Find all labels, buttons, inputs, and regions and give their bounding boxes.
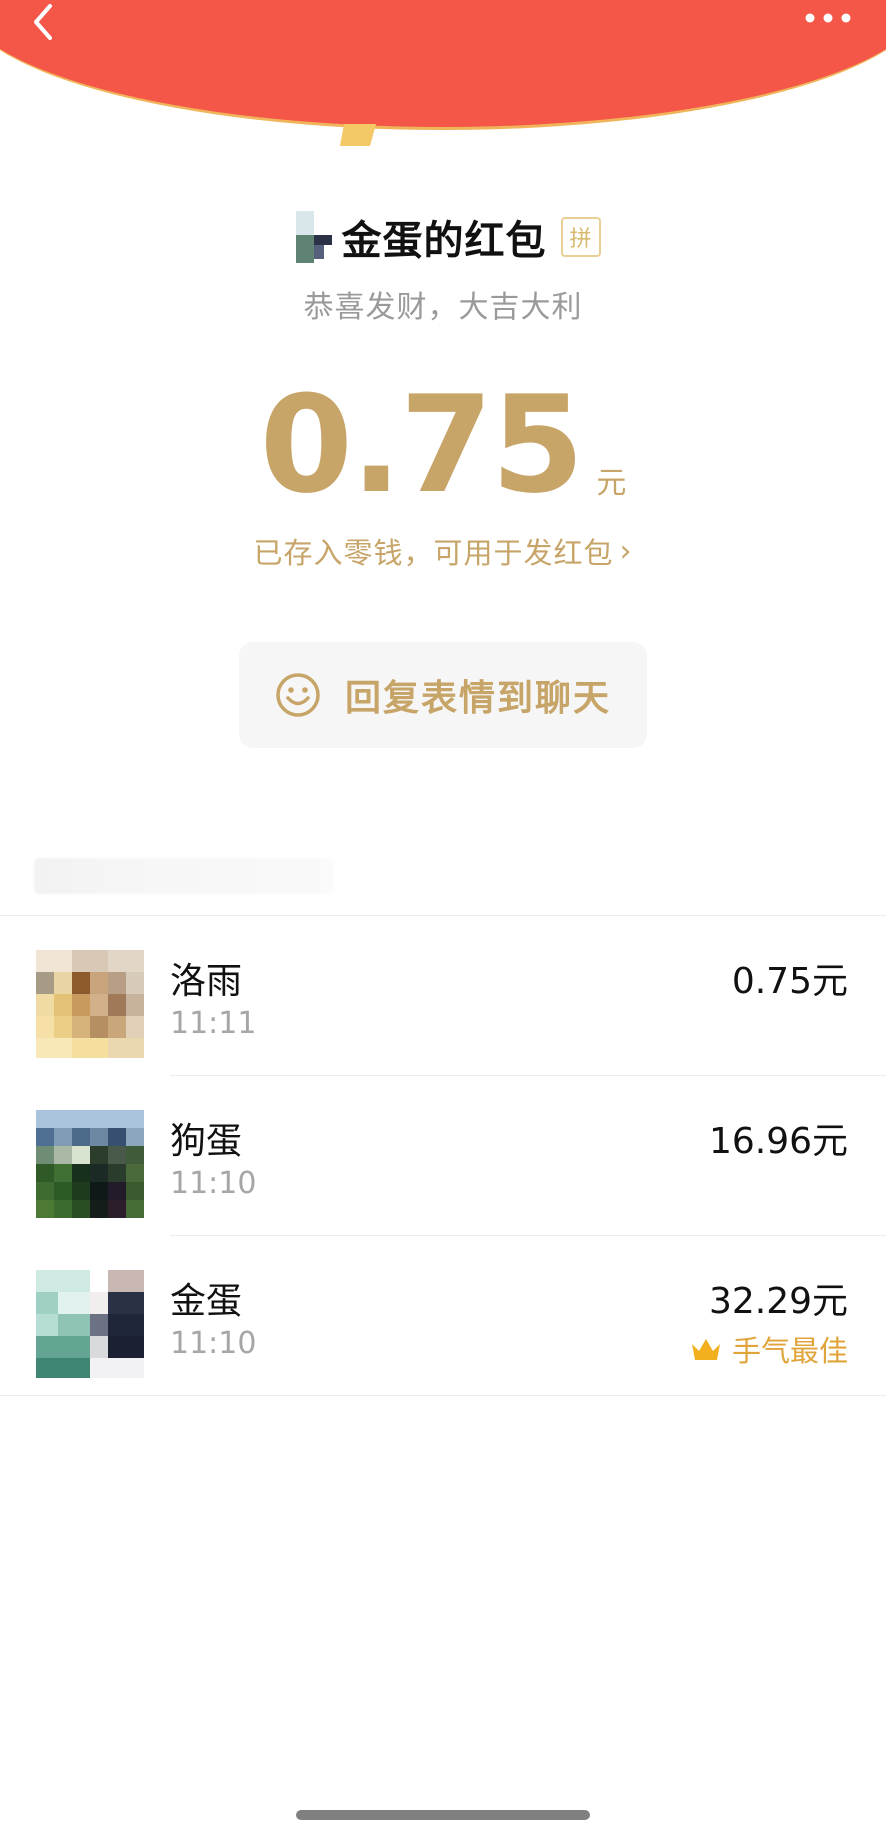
crown-icon [691,1339,720,1360]
record-row[interactable]: 洛雨 11:11 0.75元 [0,916,886,1076]
pin-badge: 拼 [560,217,601,257]
record-amount: 16.96元 [708,1121,848,1162]
red-packet-header [0,0,886,130]
record-amount: 0.75元 [731,961,848,1002]
home-indicator[interactable] [296,1810,590,1820]
record-time: 11:10 [170,1166,257,1201]
reply-sticker-button[interactable]: 回复表情到聊天 [239,642,647,748]
record-time: 11:10 [170,1326,257,1361]
sender-avatar[interactable] [286,211,334,263]
best-luck-badge: 手气最佳 [690,1328,848,1370]
record-name: 洛雨 [170,961,243,1002]
wish-text: 恭喜发财，大吉大利 [303,290,583,325]
received-amount: 0.75 [259,367,585,523]
chevron-right-icon: › [619,533,633,569]
avatar[interactable] [36,950,144,1058]
best-luck-label: 手气最佳 [731,1334,848,1368]
record-amount: 32.29元 [708,1281,848,1322]
stored-to-wallet-link[interactable]: 已存入零钱，可用于发红包 › [0,530,886,572]
reply-sticker-label: 回复表情到聊天 [344,678,611,719]
divider [0,1395,886,1396]
amount-unit: 元 [596,466,627,501]
envelope-clasp-icon [340,124,376,146]
amount-row: 0.75 元 [0,378,886,512]
stored-to-wallet-text: 已存入零钱，可用于发红包 [253,536,614,570]
records-summary-blurred [34,858,334,894]
avatar[interactable] [36,1270,144,1378]
more-dots-icon[interactable] [800,0,856,36]
smile-icon [276,673,320,717]
record-row[interactable]: 狗蛋 11:10 16.96元 [0,1076,886,1236]
sender-row: 金蛋的红包 拼 [0,208,886,266]
record-row[interactable]: 金蛋 11:10 32.29元 手气最佳 [0,1236,886,1396]
record-name: 金蛋 [170,1281,243,1322]
avatar[interactable] [36,1110,144,1218]
red-packet-title: 金蛋的红包 [341,218,547,264]
record-name: 狗蛋 [170,1121,243,1162]
record-time: 11:11 [170,1006,257,1041]
chevron-left-icon[interactable] [24,2,64,42]
